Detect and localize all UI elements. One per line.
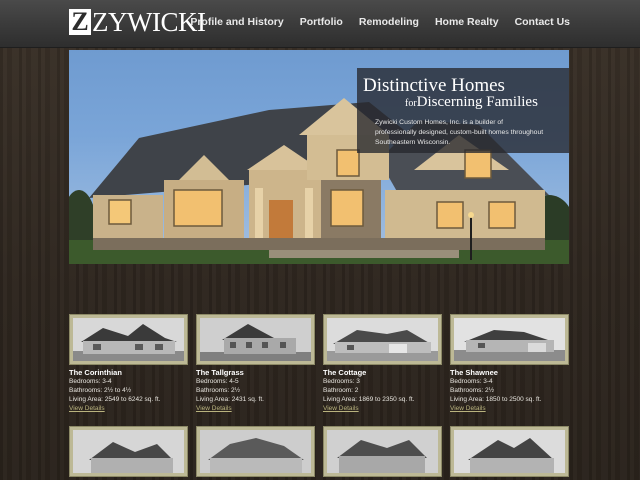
home-name: The Tallgrass bbox=[196, 368, 244, 377]
house-photo bbox=[454, 318, 565, 361]
home-card-tallgrass: The Tallgrass Bedrooms: 4-5 Bathrooms: 2… bbox=[196, 314, 316, 413]
home-thumbnail-row2-2[interactable] bbox=[196, 426, 315, 477]
home-card-corinthian: The Corinthian Bedrooms: 3-4 Bathrooms: … bbox=[69, 314, 189, 413]
home-thumbnail-tallgrass[interactable] bbox=[196, 314, 315, 365]
house-photo bbox=[327, 318, 438, 361]
nav-portfolio[interactable]: Portfolio bbox=[300, 16, 343, 28]
nav-remodeling[interactable]: Remodeling bbox=[359, 16, 419, 28]
hero-title-for: for bbox=[405, 98, 417, 109]
house-photo bbox=[200, 318, 311, 361]
logo-mark: Z bbox=[69, 9, 91, 35]
view-details-link[interactable]: View Details bbox=[323, 404, 443, 413]
home-bathrooms: Bathrooms: 2½ bbox=[450, 387, 495, 394]
home-thumbnail-row2-3[interactable] bbox=[323, 426, 442, 477]
home-bedrooms: Bedrooms: 3-4 bbox=[69, 378, 112, 385]
home-living-area: Living Area: 2431 sq. ft. bbox=[196, 396, 264, 403]
nav-profile-and-history[interactable]: Profile and History bbox=[190, 16, 283, 28]
home-thumbnail-shawnee[interactable] bbox=[450, 314, 569, 365]
main-nav: Profile and History Portfolio Remodeling… bbox=[174, 16, 570, 28]
site-header: Z ZYWICKI Profile and History Portfolio … bbox=[0, 0, 640, 48]
home-bathrooms: Bathrooms: 2½ bbox=[196, 387, 241, 394]
home-name: The Shawnee bbox=[450, 368, 498, 377]
house-photo bbox=[73, 430, 184, 473]
view-details-link[interactable]: View Details bbox=[450, 404, 570, 413]
home-thumbnail-cottage[interactable] bbox=[323, 314, 442, 365]
home-living-area: Living Area: 1850 to 2500 sq. ft. bbox=[450, 396, 542, 403]
house-photo bbox=[327, 430, 438, 473]
home-bedrooms: Bedrooms: 3 bbox=[323, 378, 360, 385]
home-card-shawnee: The Shawnee Bedrooms: 3-4 Bathrooms: 2½ … bbox=[450, 314, 570, 413]
home-bathrooms: Bathroom: 2 bbox=[323, 387, 359, 394]
home-bathrooms: Bathrooms: 2½ to 4½ bbox=[69, 387, 132, 394]
nav-contact-us[interactable]: Contact Us bbox=[515, 16, 570, 28]
home-living-area: Living Area: 1869 to 2350 sq. ft. bbox=[323, 396, 415, 403]
house-photo bbox=[454, 430, 565, 473]
view-details-link[interactable]: View Details bbox=[196, 404, 316, 413]
home-name: The Cottage bbox=[323, 368, 367, 377]
home-thumbnail-row2-4[interactable] bbox=[450, 426, 569, 477]
hero-description: Zywicki Custom Homes, Inc. is a builder … bbox=[375, 119, 544, 146]
home-thumbnail-row2-1[interactable] bbox=[69, 426, 188, 477]
hero-title-line2: forDiscerning Families bbox=[405, 94, 538, 111]
hero-banner: Distinctive Homes forDiscerning Families… bbox=[69, 50, 569, 264]
home-bedrooms: Bedrooms: 4-5 bbox=[196, 378, 239, 385]
house-photo bbox=[200, 430, 311, 473]
nav-home-realty[interactable]: Home Realty bbox=[435, 16, 499, 28]
house-photo bbox=[73, 318, 184, 361]
hero-title-discerning: Discerning Families bbox=[416, 94, 538, 110]
home-living-area: Living Area: 2549 to 6242 sq. ft. bbox=[69, 396, 161, 403]
home-bedrooms: Bedrooms: 3-4 bbox=[450, 378, 493, 385]
hero-caption-box: Distinctive Homes forDiscerning Families… bbox=[357, 68, 569, 153]
home-card-cottage: The Cottage Bedrooms: 3 Bathroom: 2 Livi… bbox=[323, 314, 443, 413]
home-name: The Corinthian bbox=[69, 368, 122, 377]
home-thumbnail-corinthian[interactable] bbox=[69, 314, 188, 365]
view-details-link[interactable]: View Details bbox=[69, 404, 189, 413]
